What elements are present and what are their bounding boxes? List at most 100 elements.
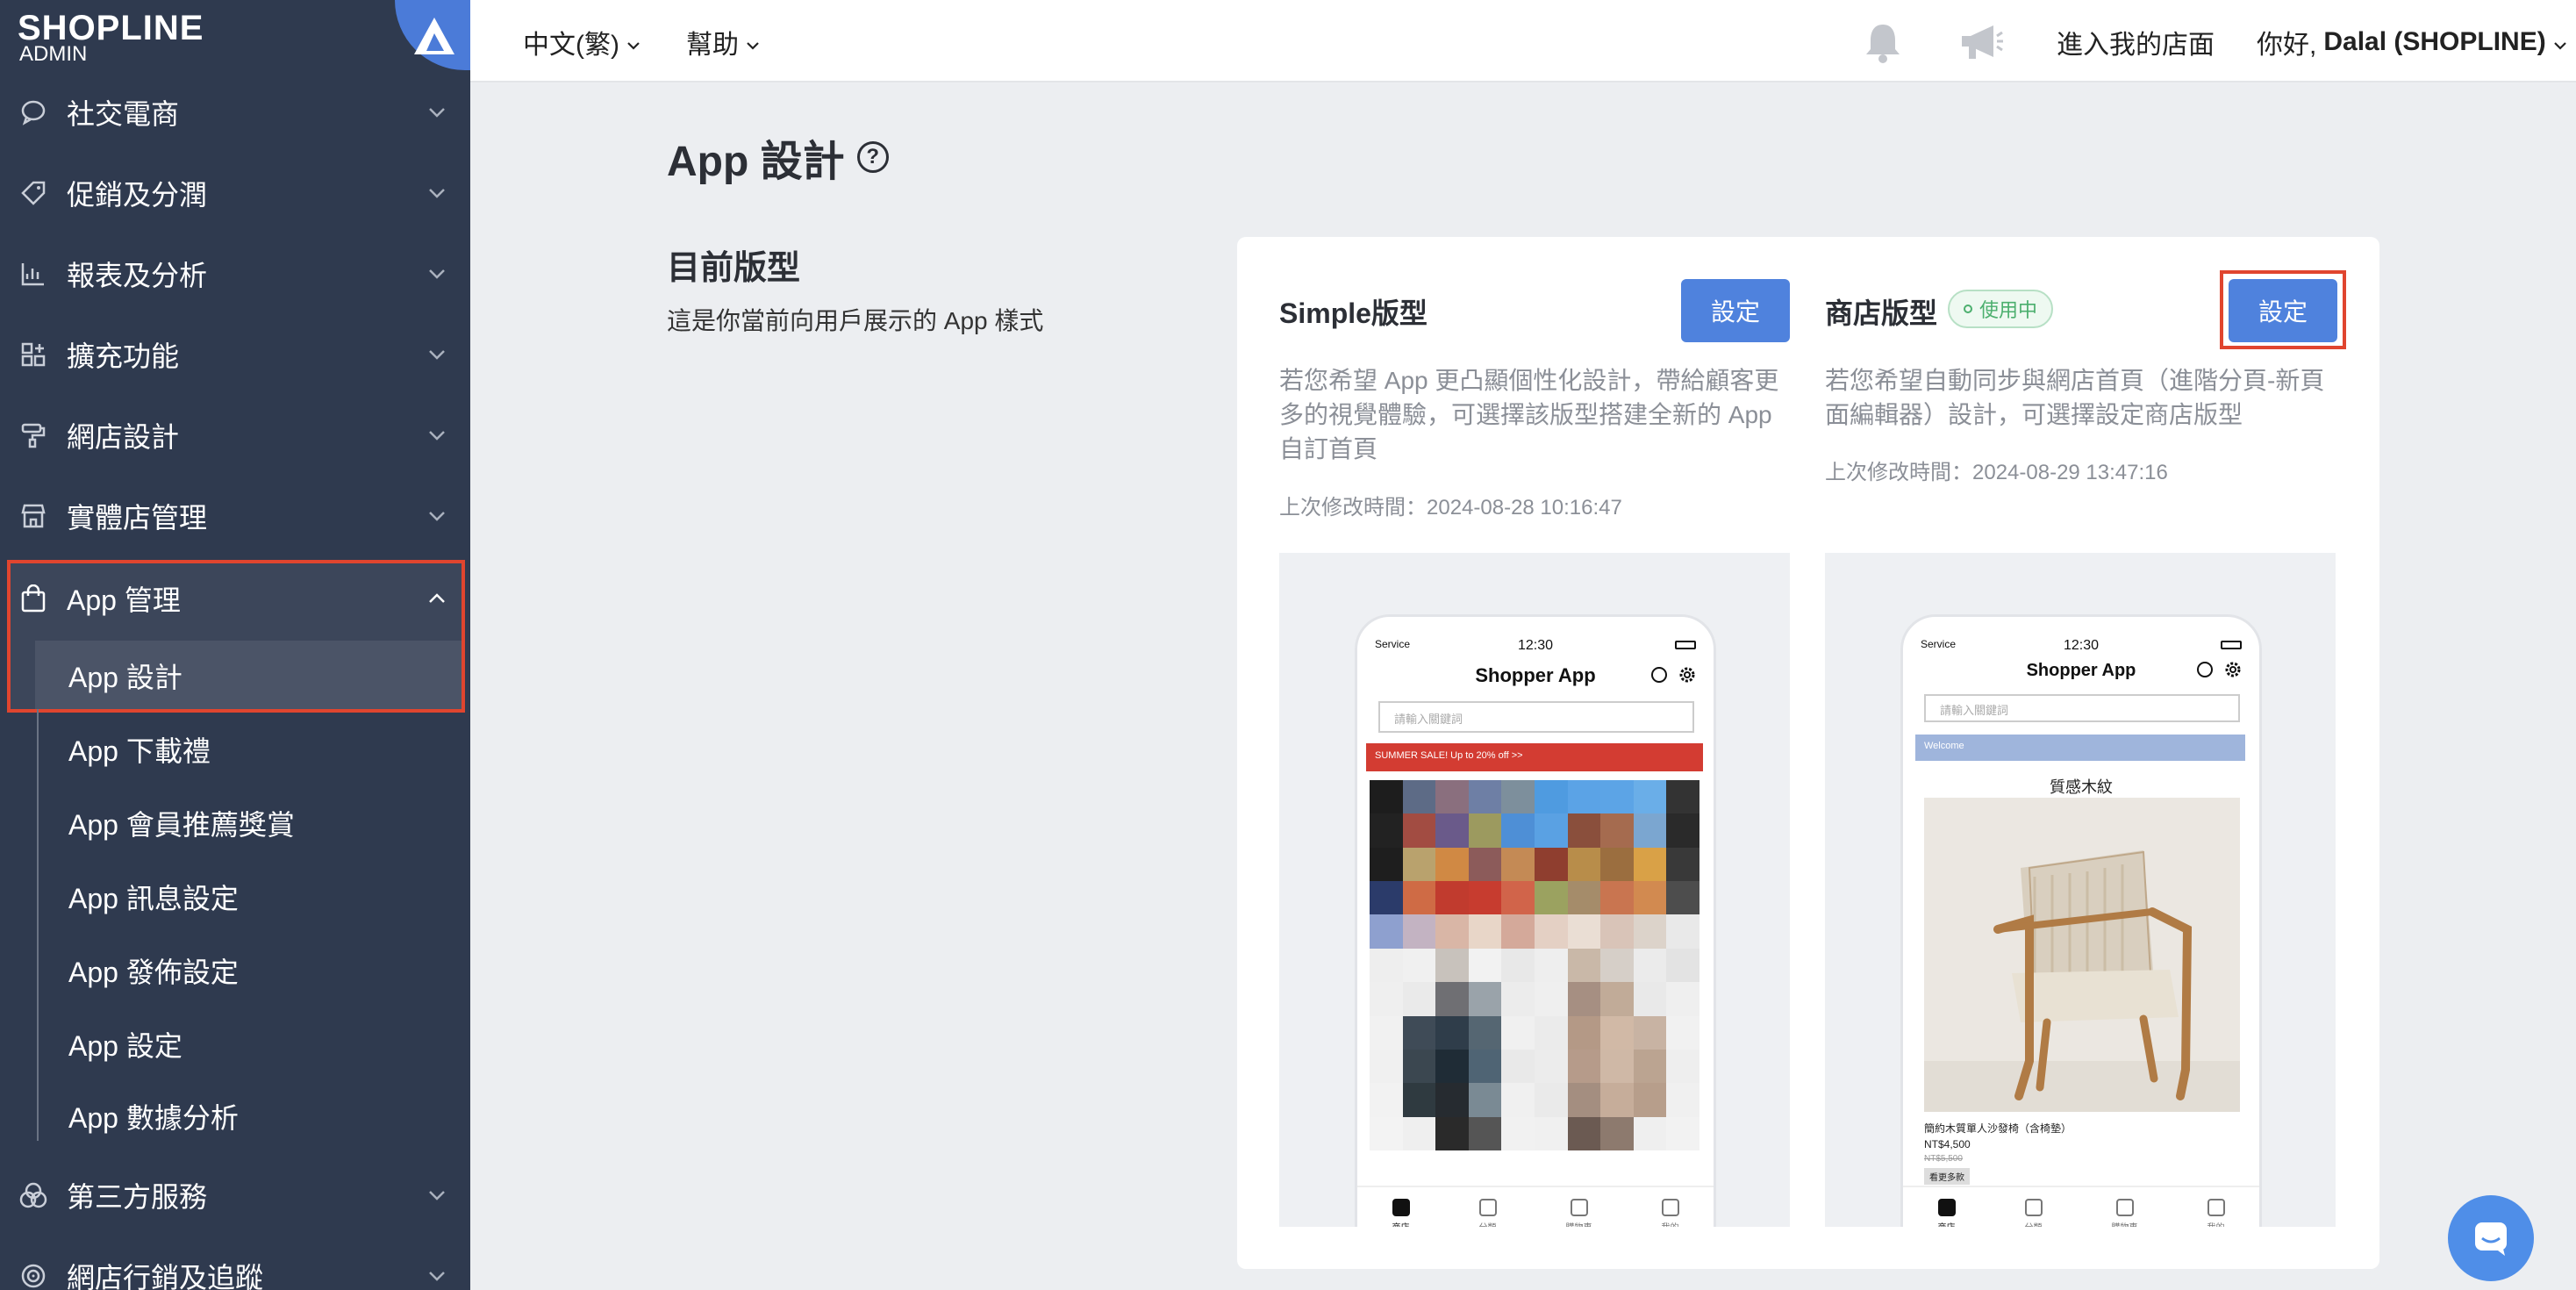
mosaic-tile	[1370, 914, 1403, 949]
mosaic-tile	[1567, 1015, 1601, 1050]
mosaic-tile	[1402, 847, 1436, 882]
home-icon	[1937, 1198, 1956, 1216]
sidebar-item-marketing[interactable]: 網店行銷及追蹤	[0, 1241, 470, 1290]
user-name: Dalal (SHOPLINE)	[2323, 27, 2546, 56]
sidebar-item-social[interactable]: 社交電商	[0, 77, 470, 147]
phone-mockup: Service 12:30 Shopper App 請輸入關鍵詞 Welcome…	[1900, 614, 2262, 1227]
submenu-app-design[interactable]: App 設計	[68, 649, 182, 702]
phone-search-input: 請輸入關鍵詞	[1924, 694, 2240, 722]
mosaic-tile	[1534, 1116, 1568, 1150]
mosaic-tile	[1567, 881, 1601, 915]
clock-text: 12:30	[2063, 638, 2100, 653]
mosaic-tile	[1501, 914, 1535, 949]
tab-me: 我的	[1661, 1198, 1679, 1227]
mosaic-tile	[1468, 982, 1502, 1016]
mosaic-tile	[1633, 1049, 1667, 1084]
chevron-down-icon	[426, 1265, 447, 1286]
battery-icon	[2221, 641, 2242, 649]
phone-mockup: Service 12:30 Shopper App 請輸入關鍵詞 SUMMER …	[1355, 614, 1716, 1227]
mosaic-tile	[1402, 881, 1436, 915]
store-settings-button[interactable]: 設定	[2229, 279, 2337, 342]
sidebar-item-label: 促銷及分潤	[67, 179, 208, 211]
simple-template-preview[interactable]: Service 12:30 Shopper App 請輸入關鍵詞 SUMMER …	[1279, 553, 1790, 1227]
sidebar-item-promotions[interactable]: 促銷及分潤	[0, 158, 470, 228]
submenu-app-messages[interactable]: App 訊息設定	[68, 871, 239, 923]
mosaic-tile	[1370, 813, 1403, 848]
bell-icon[interactable]	[1858, 18, 1907, 67]
chevron-down-icon	[426, 1185, 447, 1206]
mosaic-tile	[1501, 847, 1535, 882]
submenu-app-referral[interactable]: App 會員推薦獎賞	[68, 797, 295, 849]
tag-icon	[18, 177, 49, 209]
tab-category: 分類	[1478, 1198, 1497, 1227]
sidebar-item-reports[interactable]: 報表及分析	[0, 239, 470, 309]
mosaic-tile	[1501, 948, 1535, 983]
sidebar-item-store-design[interactable]: 網店設計	[0, 400, 470, 470]
mosaic-tile	[1402, 813, 1436, 848]
help-label: 幫助	[686, 31, 739, 60]
mosaic-tile	[1666, 1015, 1699, 1050]
sidebar-item-extensions[interactable]: 擴充功能	[0, 319, 470, 390]
brand-logo[interactable]: SHOPLINE ADMIN	[0, 0, 470, 82]
sidebar-item-label: 社交電商	[67, 98, 180, 130]
mosaic-tile	[1370, 1049, 1403, 1084]
mosaic-tile	[1468, 1015, 1502, 1050]
mosaic-tile	[1600, 780, 1634, 814]
sidebar-item-retail-store[interactable]: 實體店管理	[0, 481, 470, 551]
simple-settings-button[interactable]: 設定	[1681, 279, 1790, 342]
mosaic-tile	[1600, 914, 1634, 949]
grid-plus-icon	[18, 339, 49, 370]
submenu-app-download-gift[interactable]: App 下載禮	[68, 723, 211, 776]
mosaic-tile	[1534, 881, 1568, 915]
chevron-down-icon	[426, 263, 447, 284]
mosaic-tile	[1402, 1015, 1436, 1050]
mosaic-tile	[1501, 982, 1535, 1016]
mosaic-tile	[1468, 914, 1502, 949]
mosaic-tile	[1633, 948, 1667, 983]
tab-label: 分類	[2025, 1220, 2043, 1228]
mosaic-tile	[1370, 847, 1403, 882]
sidebar-item-app-management[interactable]: App 管理	[0, 563, 470, 634]
mosaic-tile	[1534, 1015, 1568, 1050]
submenu-app-settings[interactable]: App 設定	[68, 1018, 182, 1071]
mosaic-tile	[1534, 1083, 1568, 1117]
product-old-price: NT$5,500	[1924, 1154, 1963, 1164]
store-template-preview[interactable]: Service 12:30 Shopper App 請輸入關鍵詞 Welcome…	[1825, 553, 2336, 1227]
megaphone-icon[interactable]	[1957, 18, 2006, 67]
section-title: 目前版型	[667, 250, 801, 287]
mosaic-tile	[1370, 948, 1403, 983]
mosaic-tile	[1370, 982, 1403, 1016]
simple-template-desc: 若您希望 App 更凸顯個性化設計，帶給顧客更多的視覺體驗，可選擇該版型搭建全新…	[1279, 367, 1779, 463]
visit-store-link[interactable]: 進入我的店面	[2057, 23, 2215, 61]
mosaic-tile	[1666, 813, 1699, 848]
battery-icon	[1675, 641, 1696, 649]
status-dot-icon	[1964, 305, 1972, 313]
submenu-app-analytics[interactable]: App 數據分析	[68, 1090, 239, 1143]
mosaic-tile	[1402, 1049, 1436, 1084]
mosaic-tile	[1468, 948, 1502, 983]
question-icon[interactable]: ?	[856, 141, 889, 173]
user-menu[interactable]: 你好, Dalal (SHOPLINE)	[2257, 23, 2567, 61]
mosaic-tile	[1370, 881, 1403, 915]
tab-label: 商店	[1938, 1220, 1956, 1228]
chevron-down-icon	[426, 505, 447, 527]
shopping-bag-icon	[18, 583, 49, 614]
home-icon	[1392, 1198, 1410, 1216]
mosaic-tile	[1600, 948, 1634, 983]
mosaic-tile	[1600, 847, 1634, 882]
mosaic-tile	[1567, 1083, 1601, 1117]
language-selector[interactable]: 中文(繁)	[523, 23, 640, 61]
target-icon	[18, 1260, 49, 1290]
sidebar-item-third-party[interactable]: 第三方服務	[0, 1160, 470, 1230]
submenu-app-publish[interactable]: App 發佈設定	[68, 944, 239, 997]
mosaic-tile	[1633, 1116, 1667, 1150]
mosaic-tile	[1666, 1083, 1699, 1117]
sidebar-item-label: 報表及分析	[67, 260, 208, 291]
chat-icon	[2475, 1222, 2507, 1256]
chart-icon	[18, 258, 49, 290]
help-menu[interactable]: 幫助	[686, 23, 760, 61]
phone-tab-bar: 商店 分類 購物車 我的	[1903, 1186, 2259, 1227]
mosaic-tile	[1534, 982, 1568, 1016]
bag-icon	[2115, 1198, 2134, 1216]
chat-support-button[interactable]	[2448, 1195, 2534, 1281]
